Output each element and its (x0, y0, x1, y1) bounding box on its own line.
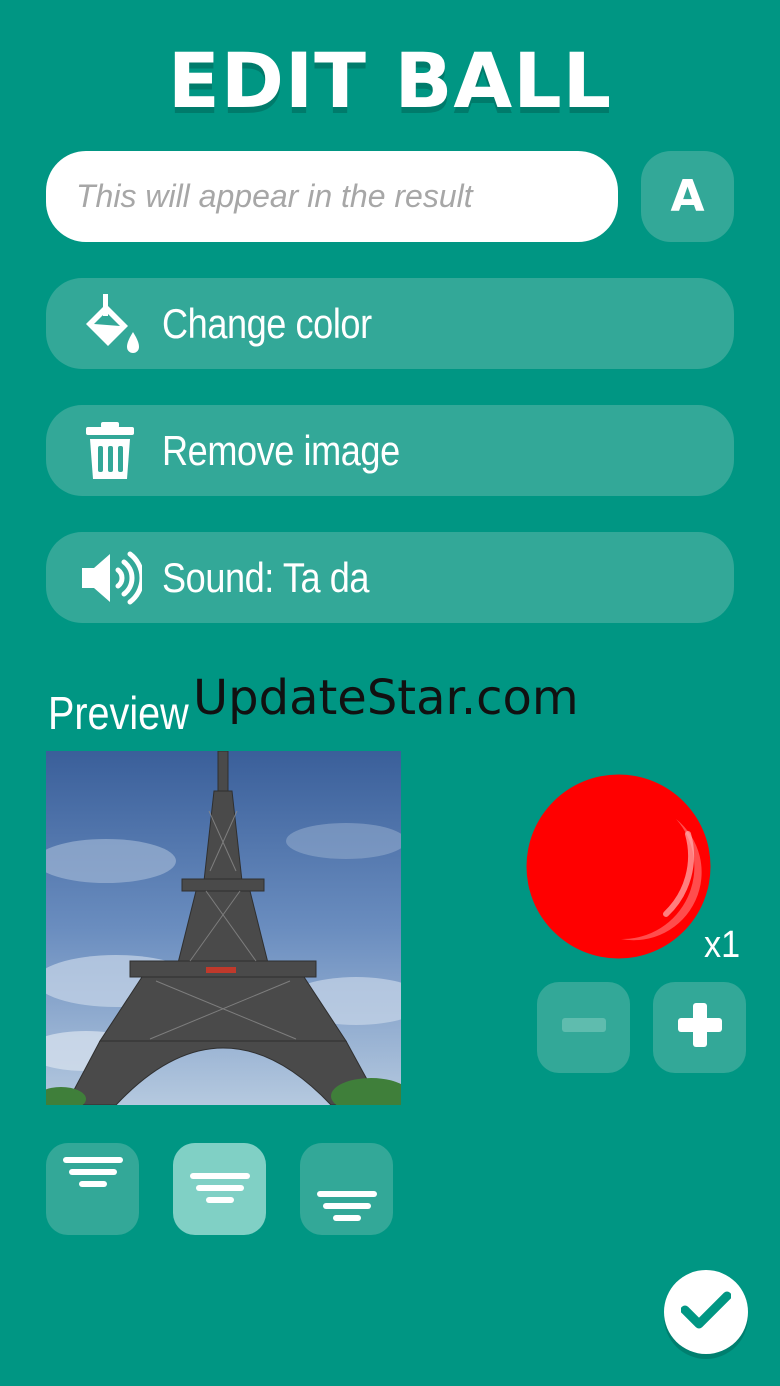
decrease-button[interactable] (537, 982, 630, 1073)
eiffel-tower-photo (46, 751, 401, 1105)
minus-icon (561, 1018, 606, 1037)
remove-image-label: Remove image (162, 426, 400, 474)
checkmark-icon (680, 1290, 732, 1335)
align-middle-icon (189, 1173, 250, 1235)
page-title: EDIT BALL (167, 36, 613, 125)
watermark-text: UpdateStar.com (193, 670, 579, 726)
align-bottom-button[interactable] (300, 1143, 393, 1235)
change-color-button[interactable]: Change color (46, 278, 734, 369)
align-top-icon (62, 1157, 123, 1235)
trash-icon (78, 419, 142, 483)
sound-label: Sound: Ta da (162, 553, 370, 601)
speaker-icon (78, 546, 142, 610)
preview-label: Preview (48, 687, 189, 739)
font-button[interactable]: A (641, 151, 734, 242)
ball-text-input[interactable] (46, 151, 618, 242)
remove-image-button[interactable]: Remove image (46, 405, 734, 496)
ball-circle (526, 774, 711, 959)
paint-bucket-icon (78, 292, 142, 356)
plus-icon (677, 1003, 722, 1052)
edit-ball-screen: EDIT BALL A Change color Remov (0, 0, 780, 1386)
align-bottom-icon (316, 1191, 377, 1235)
multiplier-label: x1 (704, 924, 741, 966)
confirm-button[interactable] (664, 1270, 748, 1354)
align-top-button[interactable] (46, 1143, 139, 1235)
sound-button[interactable]: Sound: Ta da (46, 532, 734, 623)
align-middle-button[interactable] (173, 1143, 266, 1235)
increase-button[interactable] (653, 982, 746, 1073)
preview-image (46, 751, 401, 1105)
change-color-label: Change color (162, 299, 372, 347)
ball-preview (526, 774, 711, 959)
